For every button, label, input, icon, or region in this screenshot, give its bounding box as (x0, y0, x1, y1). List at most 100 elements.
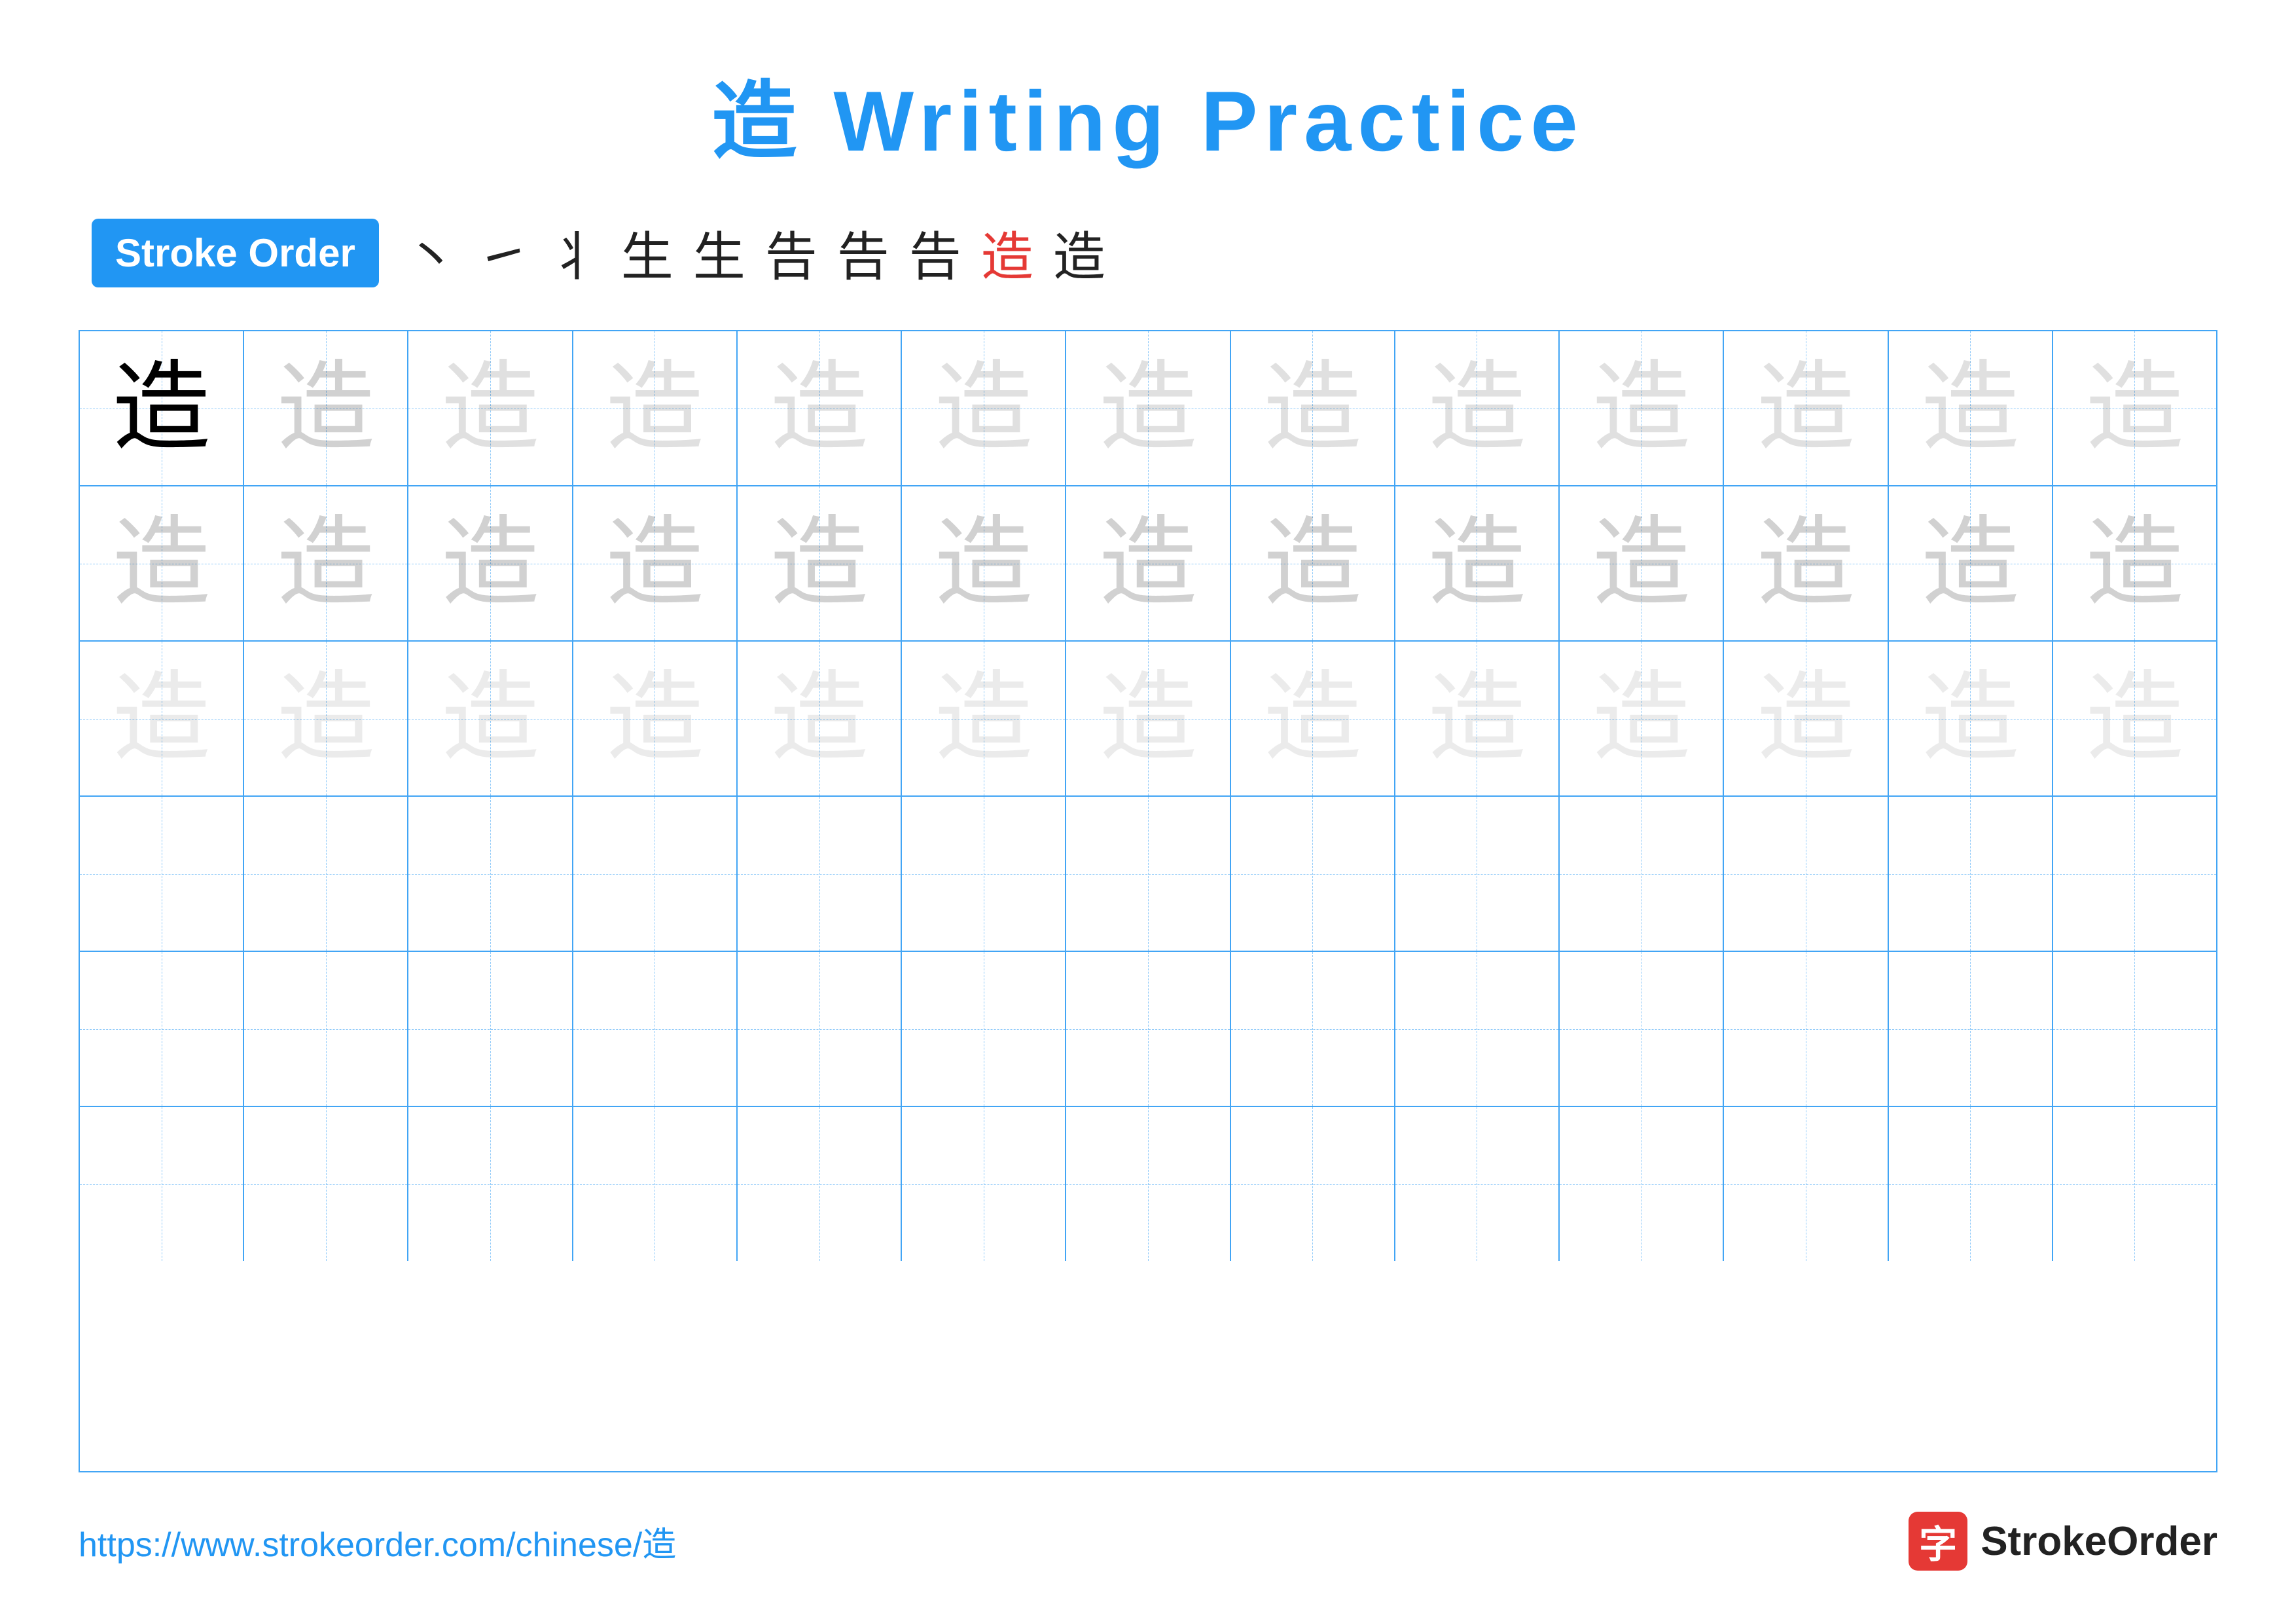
grid-cell-5-11[interactable] (1889, 1107, 2053, 1261)
grid-cell-0-11[interactable]: 造 (1889, 331, 2053, 485)
grid-cell-2-2[interactable]: 造 (408, 642, 573, 795)
grid-cell-2-0[interactable]: 造 (80, 642, 244, 795)
grid-cell-1-4[interactable]: 造 (738, 486, 902, 640)
grid-cell-0-1[interactable]: 造 (244, 331, 408, 485)
grid-cell-1-6[interactable]: 造 (1066, 486, 1230, 640)
grid-cell-2-9[interactable]: 造 (1560, 642, 1724, 795)
char-faint2-2-9: 造 (1592, 670, 1691, 768)
grid-cell-1-10[interactable]: 造 (1724, 486, 1888, 640)
stroke-9: 造 (981, 215, 1033, 291)
grid-cell-1-8[interactable]: 造 (1395, 486, 1560, 640)
grid-cell-5-0[interactable] (80, 1107, 244, 1261)
char-0-10: 造 (1757, 359, 1855, 458)
grid-cell-0-2[interactable]: 造 (408, 331, 573, 485)
grid-cell-2-8[interactable]: 造 (1395, 642, 1560, 795)
grid-cell-0-12[interactable]: 造 (2053, 331, 2216, 485)
char-faint2-2-10: 造 (1757, 670, 1855, 768)
grid-cell-0-4[interactable]: 造 (738, 331, 902, 485)
grid-cell-4-3[interactable] (573, 952, 738, 1106)
grid-cell-0-10[interactable]: 造 (1724, 331, 1888, 485)
grid-cell-4-7[interactable] (1231, 952, 1395, 1106)
grid-cell-5-3[interactable] (573, 1107, 738, 1261)
grid-cell-4-10[interactable] (1724, 952, 1888, 1106)
char-faint2-2-6: 造 (1099, 670, 1197, 768)
grid-cell-0-6[interactable]: 造 (1066, 331, 1230, 485)
grid-cell-1-9[interactable]: 造 (1560, 486, 1724, 640)
grid-cell-3-11[interactable] (1889, 797, 2053, 951)
char-faint1-1-12: 造 (2085, 515, 2183, 613)
grid-cell-0-9[interactable]: 造 (1560, 331, 1724, 485)
grid-cell-1-12[interactable]: 造 (2053, 486, 2216, 640)
grid-cell-4-1[interactable] (244, 952, 408, 1106)
grid-cell-0-8[interactable]: 造 (1395, 331, 1560, 485)
grid-cell-3-8[interactable] (1395, 797, 1560, 951)
grid-cell-5-4[interactable] (738, 1107, 902, 1261)
char-faint1-1-8: 造 (1427, 515, 1526, 613)
grid-cell-1-3[interactable]: 造 (573, 486, 738, 640)
grid-cell-3-9[interactable] (1560, 797, 1724, 951)
grid-cell-0-3[interactable]: 造 (573, 331, 738, 485)
grid-cell-4-9[interactable] (1560, 952, 1724, 1106)
grid-cell-3-1[interactable] (244, 797, 408, 951)
grid-cell-5-7[interactable] (1231, 1107, 1395, 1261)
grid-cell-5-2[interactable] (408, 1107, 573, 1261)
grid-cell-1-2[interactable]: 造 (408, 486, 573, 640)
grid-cell-4-6[interactable] (1066, 952, 1230, 1106)
char-faint1-1-1: 造 (277, 515, 375, 613)
grid-cell-3-2[interactable] (408, 797, 573, 951)
grid-cell-4-4[interactable] (738, 952, 902, 1106)
grid-cell-1-11[interactable]: 造 (1889, 486, 2053, 640)
grid-cell-1-1[interactable]: 造 (244, 486, 408, 640)
grid-cell-2-7[interactable]: 造 (1231, 642, 1395, 795)
grid-cell-2-12[interactable]: 造 (2053, 642, 2216, 795)
stroke-2: ㇀ (477, 215, 529, 291)
char-faint2-2-3: 造 (605, 670, 704, 768)
stroke-1: 丶 (405, 215, 457, 291)
grid-cell-3-7[interactable] (1231, 797, 1395, 951)
grid-cell-5-8[interactable] (1395, 1107, 1560, 1261)
char-0-5: 造 (935, 359, 1033, 458)
grid-cell-3-12[interactable] (2053, 797, 2216, 951)
stroke-3: 丬 (549, 215, 601, 291)
stroke-6: 告 (765, 215, 817, 291)
grid-cell-4-8[interactable] (1395, 952, 1560, 1106)
grid-cell-3-6[interactable] (1066, 797, 1230, 951)
char-faint1-1-10: 造 (1757, 515, 1855, 613)
grid-cell-2-10[interactable]: 造 (1724, 642, 1888, 795)
grid-cell-1-7[interactable]: 造 (1231, 486, 1395, 640)
grid-cell-5-1[interactable] (244, 1107, 408, 1261)
grid-cell-3-10[interactable] (1724, 797, 1888, 951)
grid-cell-0-0[interactable]: 造 (80, 331, 244, 485)
page-title: 造 Writing Practice (711, 52, 1584, 175)
grid-cell-4-5[interactable] (902, 952, 1066, 1106)
grid-cell-3-3[interactable] (573, 797, 738, 951)
grid-cell-5-9[interactable] (1560, 1107, 1724, 1261)
grid-cell-3-5[interactable] (902, 797, 1066, 951)
logo-icon: 字 (1909, 1512, 1967, 1571)
grid-cell-0-5[interactable]: 造 (902, 331, 1066, 485)
grid-cell-5-10[interactable] (1724, 1107, 1888, 1261)
grid-row-3 (80, 797, 2216, 952)
char-faint2-2-12: 造 (2085, 670, 2183, 768)
grid-cell-3-4[interactable] (738, 797, 902, 951)
grid-cell-0-7[interactable]: 造 (1231, 331, 1395, 485)
grid-cell-2-3[interactable]: 造 (573, 642, 738, 795)
grid-cell-1-0[interactable]: 造 (80, 486, 244, 640)
grid-cell-2-1[interactable]: 造 (244, 642, 408, 795)
grid-cell-2-4[interactable]: 造 (738, 642, 902, 795)
grid-cell-1-5[interactable]: 造 (902, 486, 1066, 640)
char-0-4: 造 (770, 359, 869, 458)
grid-cell-4-12[interactable] (2053, 952, 2216, 1106)
grid-cell-5-12[interactable] (2053, 1107, 2216, 1261)
grid-cell-3-0[interactable] (80, 797, 244, 951)
grid-cell-2-5[interactable]: 造 (902, 642, 1066, 795)
grid-cell-2-11[interactable]: 造 (1889, 642, 2053, 795)
grid-cell-4-2[interactable] (408, 952, 573, 1106)
grid-cell-4-11[interactable] (1889, 952, 2053, 1106)
footer-url[interactable]: https://www.strokeorder.com/chinese/造 (79, 1517, 676, 1566)
grid-cell-4-0[interactable] (80, 952, 244, 1106)
grid-row-0: 造造造造造造造造造造造造造 (80, 331, 2216, 486)
grid-cell-5-5[interactable] (902, 1107, 1066, 1261)
grid-cell-2-6[interactable]: 造 (1066, 642, 1230, 795)
grid-cell-5-6[interactable] (1066, 1107, 1230, 1261)
